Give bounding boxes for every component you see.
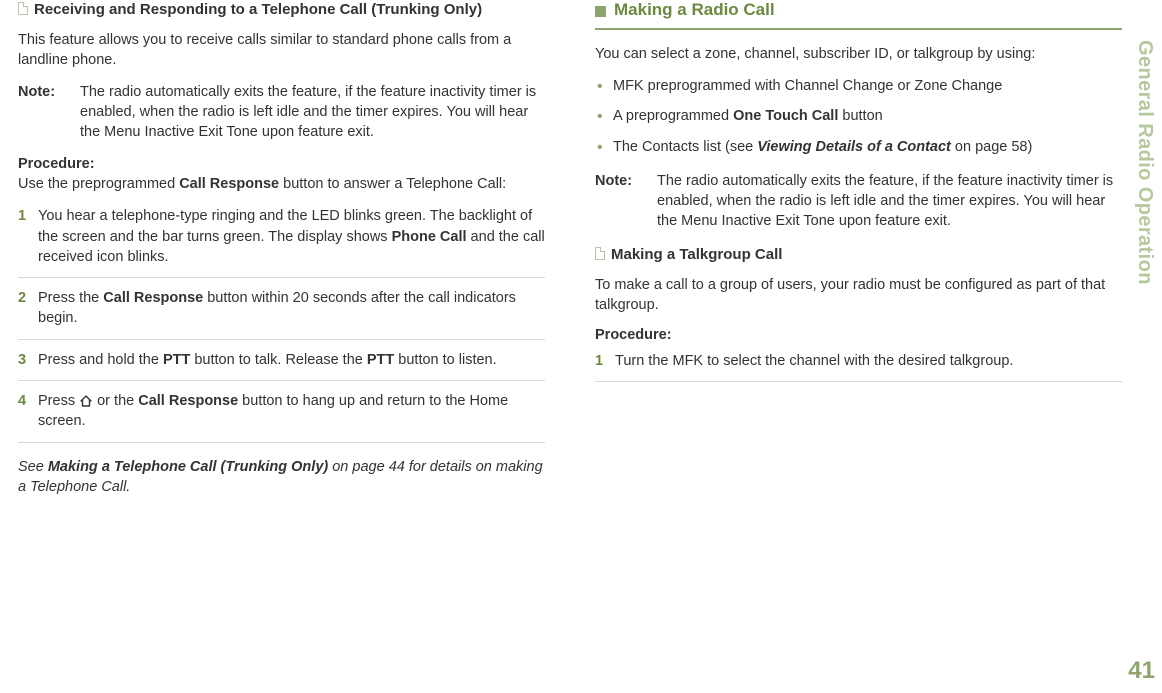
s3e: button to listen.: [394, 352, 496, 368]
right-note: Note: The radio automatically exits the …: [595, 171, 1122, 231]
left-step-2: Press the Call Response button within 20…: [18, 288, 545, 340]
s4a: Press: [38, 393, 79, 409]
seeB: Making a Telephone Call (Trunking Only): [48, 459, 328, 475]
s1b: Phone Call: [392, 229, 467, 245]
bullet-2: A preprogrammed One Touch Call button: [595, 106, 1122, 126]
b2c: button: [838, 108, 882, 124]
section-heading-text: Making a Radio Call: [614, 0, 1122, 20]
right-subheading: Making a Talkgroup Call: [595, 245, 1122, 265]
s3a: Press and hold the: [38, 352, 163, 368]
s2b: Call Response: [103, 290, 203, 306]
left-steps: You hear a telephone-type ringing and th…: [18, 206, 545, 442]
s3b: PTT: [163, 352, 190, 368]
document-icon: [18, 2, 28, 15]
right-subheading-text: Making a Talkgroup Call: [611, 245, 1122, 265]
proc-intro-c: button to answer a Telephone Call:: [279, 176, 506, 192]
left-step-3: Press and hold the PTT button to talk. R…: [18, 350, 545, 381]
right-intro: You can select a zone, channel, subscrib…: [595, 44, 1122, 64]
s2a: Press the: [38, 290, 103, 306]
bullet-1: MFK preprogrammed with Channel Change or…: [595, 76, 1122, 96]
b2a: A preprogrammed: [613, 108, 733, 124]
procedure-label: Procedure:: [595, 327, 1122, 343]
note-label: Note:: [595, 171, 657, 231]
see-note: See Making a Telephone Call (Trunking On…: [18, 457, 545, 498]
bullet-3: The Contacts list (see Viewing Details o…: [595, 137, 1122, 157]
right-column: Making a Radio Call You can select a zon…: [579, 0, 1132, 509]
left-intro: This feature allows you to receive calls…: [18, 30, 545, 70]
left-step-4: Press or the Call Response button to han…: [18, 391, 545, 443]
b3c: on page 58): [951, 139, 1032, 155]
left-note: Note: The radio automatically exits the …: [18, 82, 545, 142]
procedure-intro: Use the preprogrammed Call Response butt…: [18, 174, 545, 194]
procedure-label: Procedure:: [18, 156, 545, 172]
left-heading-text: Receiving and Responding to a Telephone …: [34, 0, 545, 20]
b3b: Viewing Details of a Contact: [757, 139, 951, 155]
note-body: The radio automatically exits the featur…: [80, 82, 545, 142]
note-body: The radio automatically exits the featur…: [657, 171, 1122, 231]
square-bullet-icon: [595, 6, 606, 17]
right-steps: Turn the MFK to select the channel with …: [595, 351, 1122, 382]
b3a: The Contacts list (see: [613, 139, 757, 155]
s4c: Call Response: [138, 393, 238, 409]
left-step-1: You hear a telephone-type ringing and th…: [18, 206, 545, 278]
proc-intro-b: Call Response: [179, 176, 279, 192]
b2b: One Touch Call: [733, 108, 838, 124]
left-heading: Receiving and Responding to a Telephone …: [18, 0, 545, 20]
right-step-1: Turn the MFK to select the channel with …: [595, 351, 1122, 382]
s3c: button to talk. Release the: [190, 352, 367, 368]
home-icon: [79, 393, 93, 413]
right-subintro: To make a call to a group of users, your…: [595, 275, 1122, 315]
seeA: See: [18, 459, 48, 475]
note-label: Note:: [18, 82, 80, 142]
s4b: or the: [93, 393, 138, 409]
document-icon: [595, 247, 605, 260]
page: Receiving and Responding to a Telephone …: [0, 0, 1162, 509]
bullet-list: MFK preprogrammed with Channel Change or…: [595, 76, 1122, 157]
proc-intro-a: Use the preprogrammed: [18, 176, 179, 192]
section-heading: Making a Radio Call: [595, 0, 1122, 30]
side-label: General Radio Operation: [1133, 40, 1156, 285]
s3d: PTT: [367, 352, 394, 368]
page-number: 41: [1128, 657, 1155, 685]
left-column: Receiving and Responding to a Telephone …: [10, 0, 579, 509]
